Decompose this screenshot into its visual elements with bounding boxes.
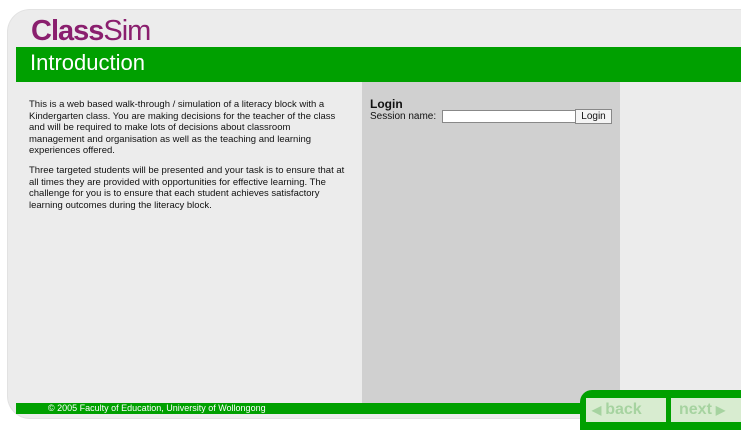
back-arrow-icon: ◀ [592, 403, 602, 417]
next-button[interactable]: next ▶ [671, 398, 741, 422]
classsim-logo: ClassSim [31, 14, 151, 48]
login-panel: Login Session name: Login [362, 82, 620, 404]
login-button[interactable]: Login [575, 109, 612, 124]
session-name-label: Session name: [370, 111, 437, 122]
intro-paragraph-2: Three targeted students will be presente… [29, 164, 345, 211]
login-title: Login [370, 97, 403, 111]
logo-bold-text: Class [31, 15, 104, 47]
intro-paragraph-1: This is a web based walk-through / simul… [29, 99, 336, 157]
back-button[interactable]: ◀ back [586, 398, 666, 422]
next-arrow-icon: ▶ [715, 403, 726, 417]
session-name-input[interactable] [442, 110, 579, 123]
back-label: back [605, 401, 642, 418]
copyright-text: © 2005 Faculty of Education, University … [48, 403, 266, 413]
page-title: Introduction [30, 50, 145, 75]
title-bar: Introduction [16, 47, 741, 79]
next-label: next [679, 401, 712, 418]
logo-thin-text: Sim [103, 15, 151, 47]
intro-text: This is a web based walk-through / simul… [29, 99, 347, 219]
